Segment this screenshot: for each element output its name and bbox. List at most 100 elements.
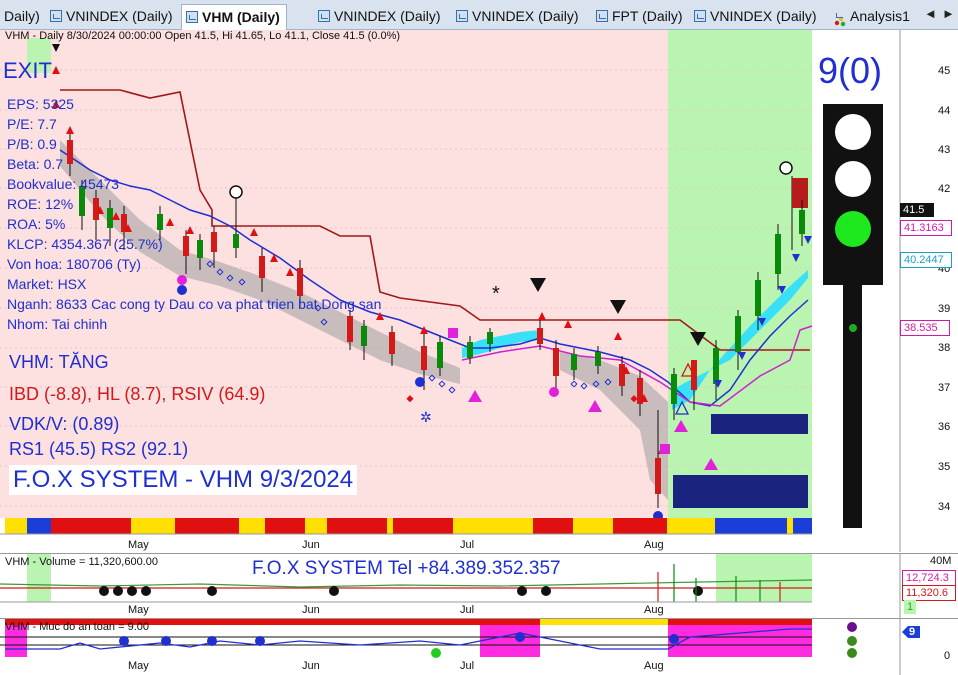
- fundamental-nganh: Nganh: 8633 Cac cong ty Dau co va phat t…: [7, 296, 382, 312]
- tab-next-button[interactable]: ►: [942, 6, 955, 21]
- safety-month-jun: Jun: [302, 660, 320, 672]
- fundamental-von-hoa: Von hoa: 180706 (Ty): [7, 256, 141, 272]
- fundamental-roa: ROA: 5%: [7, 216, 66, 232]
- vol-month-may: May: [128, 604, 149, 616]
- volume-panel[interactable]: May Jun Jul Aug 40M VHM - Volume = 11,32…: [0, 553, 958, 618]
- svg-text:45: 45: [938, 65, 950, 77]
- safety-month-jul: Jul: [460, 660, 474, 672]
- tab-label: VNINDEX (Daily): [334, 8, 441, 24]
- tab-prev-button[interactable]: ◄: [924, 6, 937, 21]
- signal-strip: [5, 518, 812, 534]
- svg-text:35: 35: [938, 461, 950, 473]
- volume-badge-avg: 12,724.3: [902, 570, 956, 586]
- support-box-upper: [711, 414, 808, 434]
- fundamental-market: Market: HSX: [7, 276, 87, 292]
- light-indicator-dot: [849, 324, 857, 332]
- safety-month-may: May: [128, 660, 149, 672]
- safety-badge: 9: [909, 626, 916, 638]
- light-top: [835, 114, 871, 150]
- tab-bar: Daily) VNINDEX (Daily) VHM (Daily) VNIND…: [0, 0, 958, 30]
- month-label-aug: Aug: [644, 539, 664, 551]
- svg-text:36: 36: [938, 421, 950, 433]
- bullish-background: [668, 30, 812, 518]
- snowflake-icon: ✲: [420, 409, 432, 425]
- fundamental-pe: P/E: 7.7: [7, 116, 57, 132]
- fundamental-roe: ROE: 12%: [7, 196, 74, 212]
- svg-text:43: 43: [938, 144, 950, 156]
- svg-text:39: 39: [938, 303, 950, 315]
- trend-label: VHM: TĂNG: [9, 352, 109, 372]
- tab-vnindex-2[interactable]: VNINDEX (Daily): [314, 4, 447, 28]
- month-label-jul: Jul: [460, 539, 474, 551]
- light-bottom-green: [835, 211, 871, 247]
- vol-month-jul: Jul: [460, 604, 474, 616]
- safety-level-panel[interactable]: May Jun Jul Aug 0 VHM - Muc do an toan =…: [0, 618, 958, 675]
- tab-label: VNINDEX (Daily): [472, 8, 579, 24]
- tab-vhm-daily[interactable]: VHM (Daily): [181, 4, 287, 30]
- tab-vnindex-3[interactable]: VNINDEX (Daily): [452, 4, 585, 28]
- tab-label: VNINDEX (Daily): [66, 8, 173, 24]
- tab-label: Daily): [4, 8, 40, 24]
- tab-label: Analysis1: [850, 8, 910, 24]
- price-badge-ma1: 41.3163: [900, 220, 952, 236]
- safety-header: VHM - Muc do an toan = 9.00: [5, 621, 149, 633]
- volume-header: VHM - Volume = 11,320,600.00: [5, 556, 158, 568]
- tab-fpt-daily[interactable]: FPT (Daily): [592, 4, 689, 28]
- chart-icon: [186, 11, 198, 23]
- brand-phone: F.O.X SYSTEM Tel +84.389.352.357: [252, 558, 561, 579]
- signal-count: 9(0): [818, 50, 883, 91]
- svg-text:42: 42: [938, 183, 950, 195]
- tab-daily-partial[interactable]: Daily): [0, 4, 46, 28]
- svg-text:34: 34: [938, 501, 950, 513]
- volume-badge-flag: 1: [904, 600, 916, 614]
- safety-indicator-purple: [847, 622, 857, 632]
- chart-icon: [50, 10, 62, 22]
- y-axis-ticks: 45 44 43 42 40 39 38 37 36 35 34: [938, 65, 950, 513]
- chart-icon: [694, 10, 706, 22]
- svg-text:37: 37: [938, 382, 950, 394]
- fundamental-beta: Beta: 0.7: [7, 156, 64, 172]
- safety-indicator-green-2: [847, 648, 857, 658]
- chart-icon: [318, 10, 330, 22]
- price-badge-ma3: 38.535: [900, 320, 950, 336]
- ibd-label: IBD (-8.8), HL (8.7), RSIV (64.9): [9, 384, 266, 404]
- light-middle: [835, 161, 871, 197]
- tab-label: VHM (Daily): [202, 9, 280, 25]
- exit-label: EXIT: [3, 58, 52, 83]
- support-box-lower: [673, 475, 808, 508]
- fundamental-pb: P/B: 0.9: [7, 136, 57, 152]
- fundamental-bookvalue: Bookvalue: 45473: [7, 176, 120, 192]
- safety-green-dot: [431, 648, 441, 658]
- traffic-light: [823, 104, 883, 528]
- tab-label: VNINDEX (Daily): [710, 8, 817, 24]
- chart-icon: [456, 10, 468, 22]
- month-label-jun: Jun: [302, 539, 320, 551]
- tab-vnindex-1[interactable]: VNINDEX (Daily): [46, 4, 179, 28]
- tab-analysis1[interactable]: Analysis1: [830, 4, 916, 28]
- safety-month-aug: Aug: [644, 660, 664, 672]
- vol-month-jun: Jun: [302, 604, 320, 616]
- analysis-icon: [834, 10, 846, 27]
- vdk-label: VDK/V: (0.89): [9, 414, 120, 434]
- chart-icon: [596, 10, 608, 22]
- fundamental-nhom: Nhom: Tai chinh: [7, 316, 108, 332]
- vol-tick-40m: 40M: [930, 555, 951, 567]
- tab-label: FPT (Daily): [612, 8, 683, 24]
- safety-tick-zero: 0: [944, 650, 950, 662]
- month-label-may: May: [128, 539, 149, 551]
- volume-badge-current: 11,320.6: [902, 585, 956, 601]
- star-marker: *: [492, 283, 500, 305]
- fundamental-eps: EPS: 5325: [7, 96, 74, 112]
- fundamentals-list: EPS: 5325 P/E: 7.7 P/B: 0.9 Beta: 0.7 Bo…: [7, 94, 381, 334]
- safety-indicator-green-1: [847, 636, 857, 646]
- chart-header: VHM - Daily 8/30/2024 00:00:00 Open 41.5…: [5, 30, 401, 42]
- fundamental-klcp: KLCP: 4354.367 (25.7%): [7, 236, 163, 252]
- rs-label: RS1 (45.5) RS2 (92.1): [9, 439, 189, 459]
- svg-text:38: 38: [938, 342, 950, 354]
- price-chart-panel[interactable]: ✲ * May Jun Jul Aug 45 44 43 42 40 39 38…: [0, 30, 958, 552]
- tab-vnindex-4[interactable]: VNINDEX (Daily): [690, 4, 823, 28]
- vol-month-aug: Aug: [644, 604, 664, 616]
- svg-text:44: 44: [938, 105, 950, 117]
- price-badge-ma2: 40.2447: [900, 252, 952, 268]
- price-badge-close: 41.5: [900, 203, 934, 217]
